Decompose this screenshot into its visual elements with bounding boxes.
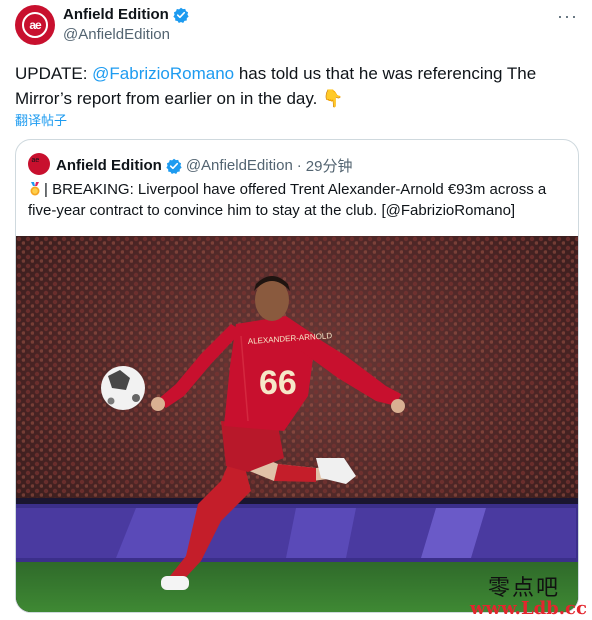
pointing-down-emoji-icon: 👇 (322, 89, 344, 108)
tweet-text: UPDATE: @FabrizioRomano has told us that… (15, 61, 575, 111)
quoted-timestamp[interactable]: 29分钟 (306, 155, 353, 176)
author-display-name[interactable]: Anfield Edition (63, 6, 169, 23)
quoted-text-body: | BREAKING: Liverpool have offered Trent… (28, 181, 547, 219)
quoted-author-row: Anfield Edition @AnfieldEdition · 29分钟 (56, 155, 352, 176)
tweet-photo[interactable]: 66 ALEXANDER-ARNOLD (16, 236, 578, 612)
tweet-text-prefix: UPDATE: (15, 64, 93, 83)
jersey-number: 66 (259, 364, 297, 402)
quoted-display-name[interactable]: Anfield Edition (56, 157, 162, 174)
medal-icon (30, 182, 40, 196)
quoted-tweet[interactable]: ae Anfield Edition @AnfieldEdition · 29分… (15, 139, 579, 613)
meta-separator: · (296, 157, 302, 174)
mention-link[interactable]: @FabrizioRomano (92, 64, 234, 83)
quoted-author-avatar[interactable]: ae (28, 153, 50, 175)
avatar-monogram: ae (22, 12, 48, 38)
watermark-url: www.Ldb.cc (470, 598, 587, 619)
translate-post-link[interactable]: 翻译帖子 (15, 110, 67, 129)
football-player-photo: 66 ALEXANDER-ARNOLD (16, 236, 578, 612)
more-options-icon[interactable]: ··· (557, 6, 578, 27)
tweet: ae Anfield Edition @AnfieldEdition ··· U… (0, 0, 592, 620)
verified-badge-icon (166, 158, 182, 174)
verified-badge-icon (173, 7, 189, 23)
quoted-text: | BREAKING: Liverpool have offered Trent… (28, 179, 568, 221)
avatar-monogram: ae (31, 156, 40, 164)
author-name-row: Anfield Edition (63, 6, 189, 23)
author-handle[interactable]: @AnfieldEdition (63, 26, 170, 43)
author-avatar[interactable]: ae (15, 5, 55, 45)
quoted-handle[interactable]: @AnfieldEdition (186, 157, 293, 174)
